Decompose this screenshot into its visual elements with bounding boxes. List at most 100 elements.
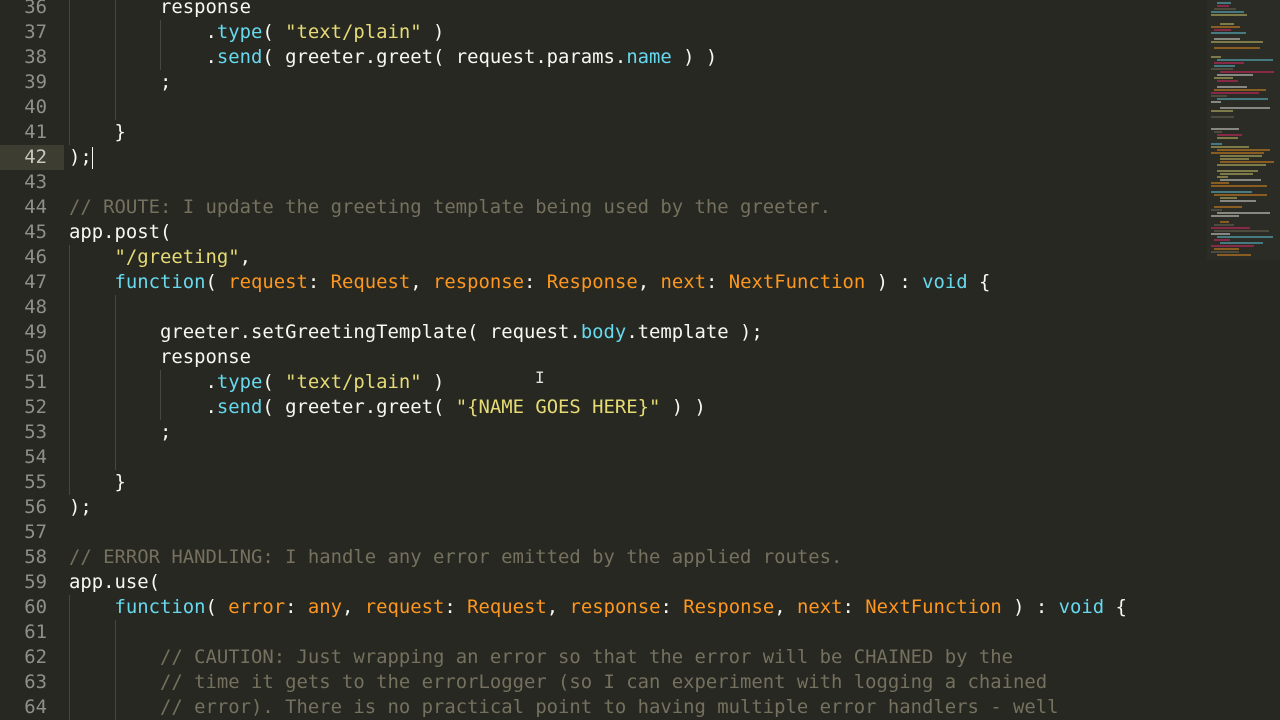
minimap-line	[1214, 89, 1266, 91]
code-line[interactable]: 43	[0, 170, 1205, 195]
keyword-token: void	[922, 271, 968, 293]
code-line[interactable]: 59 app.use(	[0, 570, 1205, 595]
minimap-line	[1211, 116, 1234, 118]
code-line[interactable]: 36 response	[0, 0, 1205, 20]
minimap-line	[1214, 194, 1268, 196]
code-text: ;	[160, 421, 172, 443]
minimap-line	[1214, 65, 1236, 67]
code-line[interactable]: 41 }	[0, 120, 1205, 145]
code-text: (	[262, 21, 286, 43]
code-line[interactable]: 55 }	[0, 470, 1205, 495]
minimap-line	[1217, 212, 1270, 214]
minimap-line	[1217, 236, 1274, 238]
line-number: 59	[24, 571, 47, 593]
code-line[interactable]: 53 ;	[0, 420, 1205, 445]
code-content: }	[69, 120, 126, 145]
code-text: ( greeter.greet( request.params.	[262, 46, 627, 68]
minimap-line	[1211, 143, 1223, 145]
keyword-token: function	[114, 271, 206, 293]
text-caret	[91, 146, 93, 169]
minimap-line	[1217, 80, 1239, 82]
code-content: // CAUTION: Just wrapping an error so th…	[69, 645, 1013, 670]
code-line[interactable]: 46 "/greeting",	[0, 245, 1205, 270]
code-line[interactable]: 56);	[0, 495, 1205, 520]
code-line[interactable]: 61	[0, 620, 1205, 645]
code-line[interactable]: 63 // time it gets to the errorLogger (s…	[0, 670, 1205, 695]
keyword-token: type	[216, 371, 263, 393]
line-number: 43	[24, 171, 47, 193]
code-line[interactable]: 58 // ERROR HANDLING: I handle any error …	[0, 545, 1205, 570]
code-content	[69, 445, 160, 470]
minimap-line	[1217, 86, 1248, 88]
code-line[interactable]: 42);	[0, 145, 1205, 170]
code-line[interactable]: 45 app.post(	[0, 220, 1205, 245]
code-content: response	[69, 345, 251, 370]
minimap-line	[1211, 152, 1264, 154]
param-token: Response	[546, 271, 638, 293]
code-text: .	[205, 371, 217, 393]
code-text: ,	[774, 596, 797, 618]
code-content: greeter.setGreetingTemplate( request.bod…	[69, 320, 763, 345]
code-line[interactable]: 37 .type( "text/plain" )	[0, 20, 1205, 45]
code-text: ,	[410, 271, 433, 293]
code-text: ;	[160, 71, 172, 93]
code-line[interactable]: 62 // CAUTION: Just wrapping an error so…	[0, 645, 1205, 670]
code-content: function( error: any, request: Request, …	[69, 595, 1127, 620]
code-content: app.post(	[69, 220, 171, 245]
line-number: 50	[24, 346, 47, 368]
code-line[interactable]: 50 response	[0, 345, 1205, 370]
minimap-line	[1217, 137, 1239, 139]
code-text: ) :	[865, 271, 923, 293]
code-text: ) :	[1001, 596, 1059, 618]
code-text: ,	[637, 271, 661, 293]
minimap-line	[1220, 23, 1235, 25]
code-content: );	[69, 145, 93, 170]
code-text: )	[421, 21, 445, 43]
code-line[interactable]: 47 function( request: Request, response:…	[0, 270, 1205, 295]
code-text: ) )	[660, 396, 706, 418]
code-line[interactable]: 44 // ROUTE: I update the greeting templa…	[0, 195, 1205, 220]
minimap-line	[1217, 164, 1267, 166]
code-text: {	[1104, 596, 1127, 618]
code-text: :	[842, 596, 866, 618]
param-token: request	[364, 596, 445, 618]
minimap-line	[1211, 32, 1247, 34]
code-content: app.use(	[69, 570, 160, 595]
minimap-line	[1220, 161, 1274, 163]
code-text: greeter.setGreetingTemplate( request.	[160, 321, 581, 343]
code-line[interactable]: 38 .send( greeter.greet( request.params.…	[0, 45, 1205, 70]
code-line[interactable]: 49 greeter.setGreetingTemplate( request.…	[0, 320, 1205, 345]
minimap-line	[1217, 170, 1258, 172]
code-text: ,	[239, 246, 251, 268]
line-number: 38	[24, 46, 47, 68]
code-line[interactable]: 54	[0, 445, 1205, 470]
minimap-line	[1211, 209, 1223, 211]
code-line[interactable]: 60 function( error: any, request: Reques…	[0, 595, 1205, 620]
minimap-line	[1220, 173, 1254, 175]
code-content: response	[69, 0, 251, 20]
minimap-line	[1220, 179, 1261, 181]
code-line[interactable]: 39 ;	[0, 70, 1205, 95]
minimap-line	[1211, 56, 1222, 58]
code-editor[interactable]: 36 response 37 .type( "text/plain" ) 38 .s…	[0, 0, 1205, 720]
code-line[interactable]: 48	[0, 295, 1205, 320]
code-content: .send( greeter.greet( request.params.nam…	[69, 45, 717, 70]
minimap-line	[1217, 59, 1273, 61]
code-line[interactable]: 52 .send( greeter.greet( "{NAME GOES HER…	[0, 395, 1205, 420]
minimap[interactable]	[1207, 0, 1280, 260]
comment-token: // error). There is no practical point t…	[160, 696, 1059, 718]
minimap-line	[1211, 233, 1230, 235]
code-line[interactable]: 51 .type( "text/plain" )	[0, 370, 1205, 395]
code-line[interactable]: 40	[0, 95, 1205, 120]
code-line[interactable]: 64 // error). There is no practical poin…	[0, 695, 1205, 720]
code-text: }	[114, 121, 126, 143]
minimap-line	[1214, 29, 1231, 31]
minimap-line	[1217, 134, 1242, 136]
minimap-line	[1217, 98, 1269, 100]
keyword-token: body	[580, 321, 627, 343]
code-line[interactable]: 57	[0, 520, 1205, 545]
line-number: 54	[24, 446, 47, 468]
comment-token: // CAUTION: Just wrapping an error so th…	[160, 646, 1013, 668]
minimap-line	[1211, 14, 1248, 16]
param-token: Response	[683, 596, 775, 618]
